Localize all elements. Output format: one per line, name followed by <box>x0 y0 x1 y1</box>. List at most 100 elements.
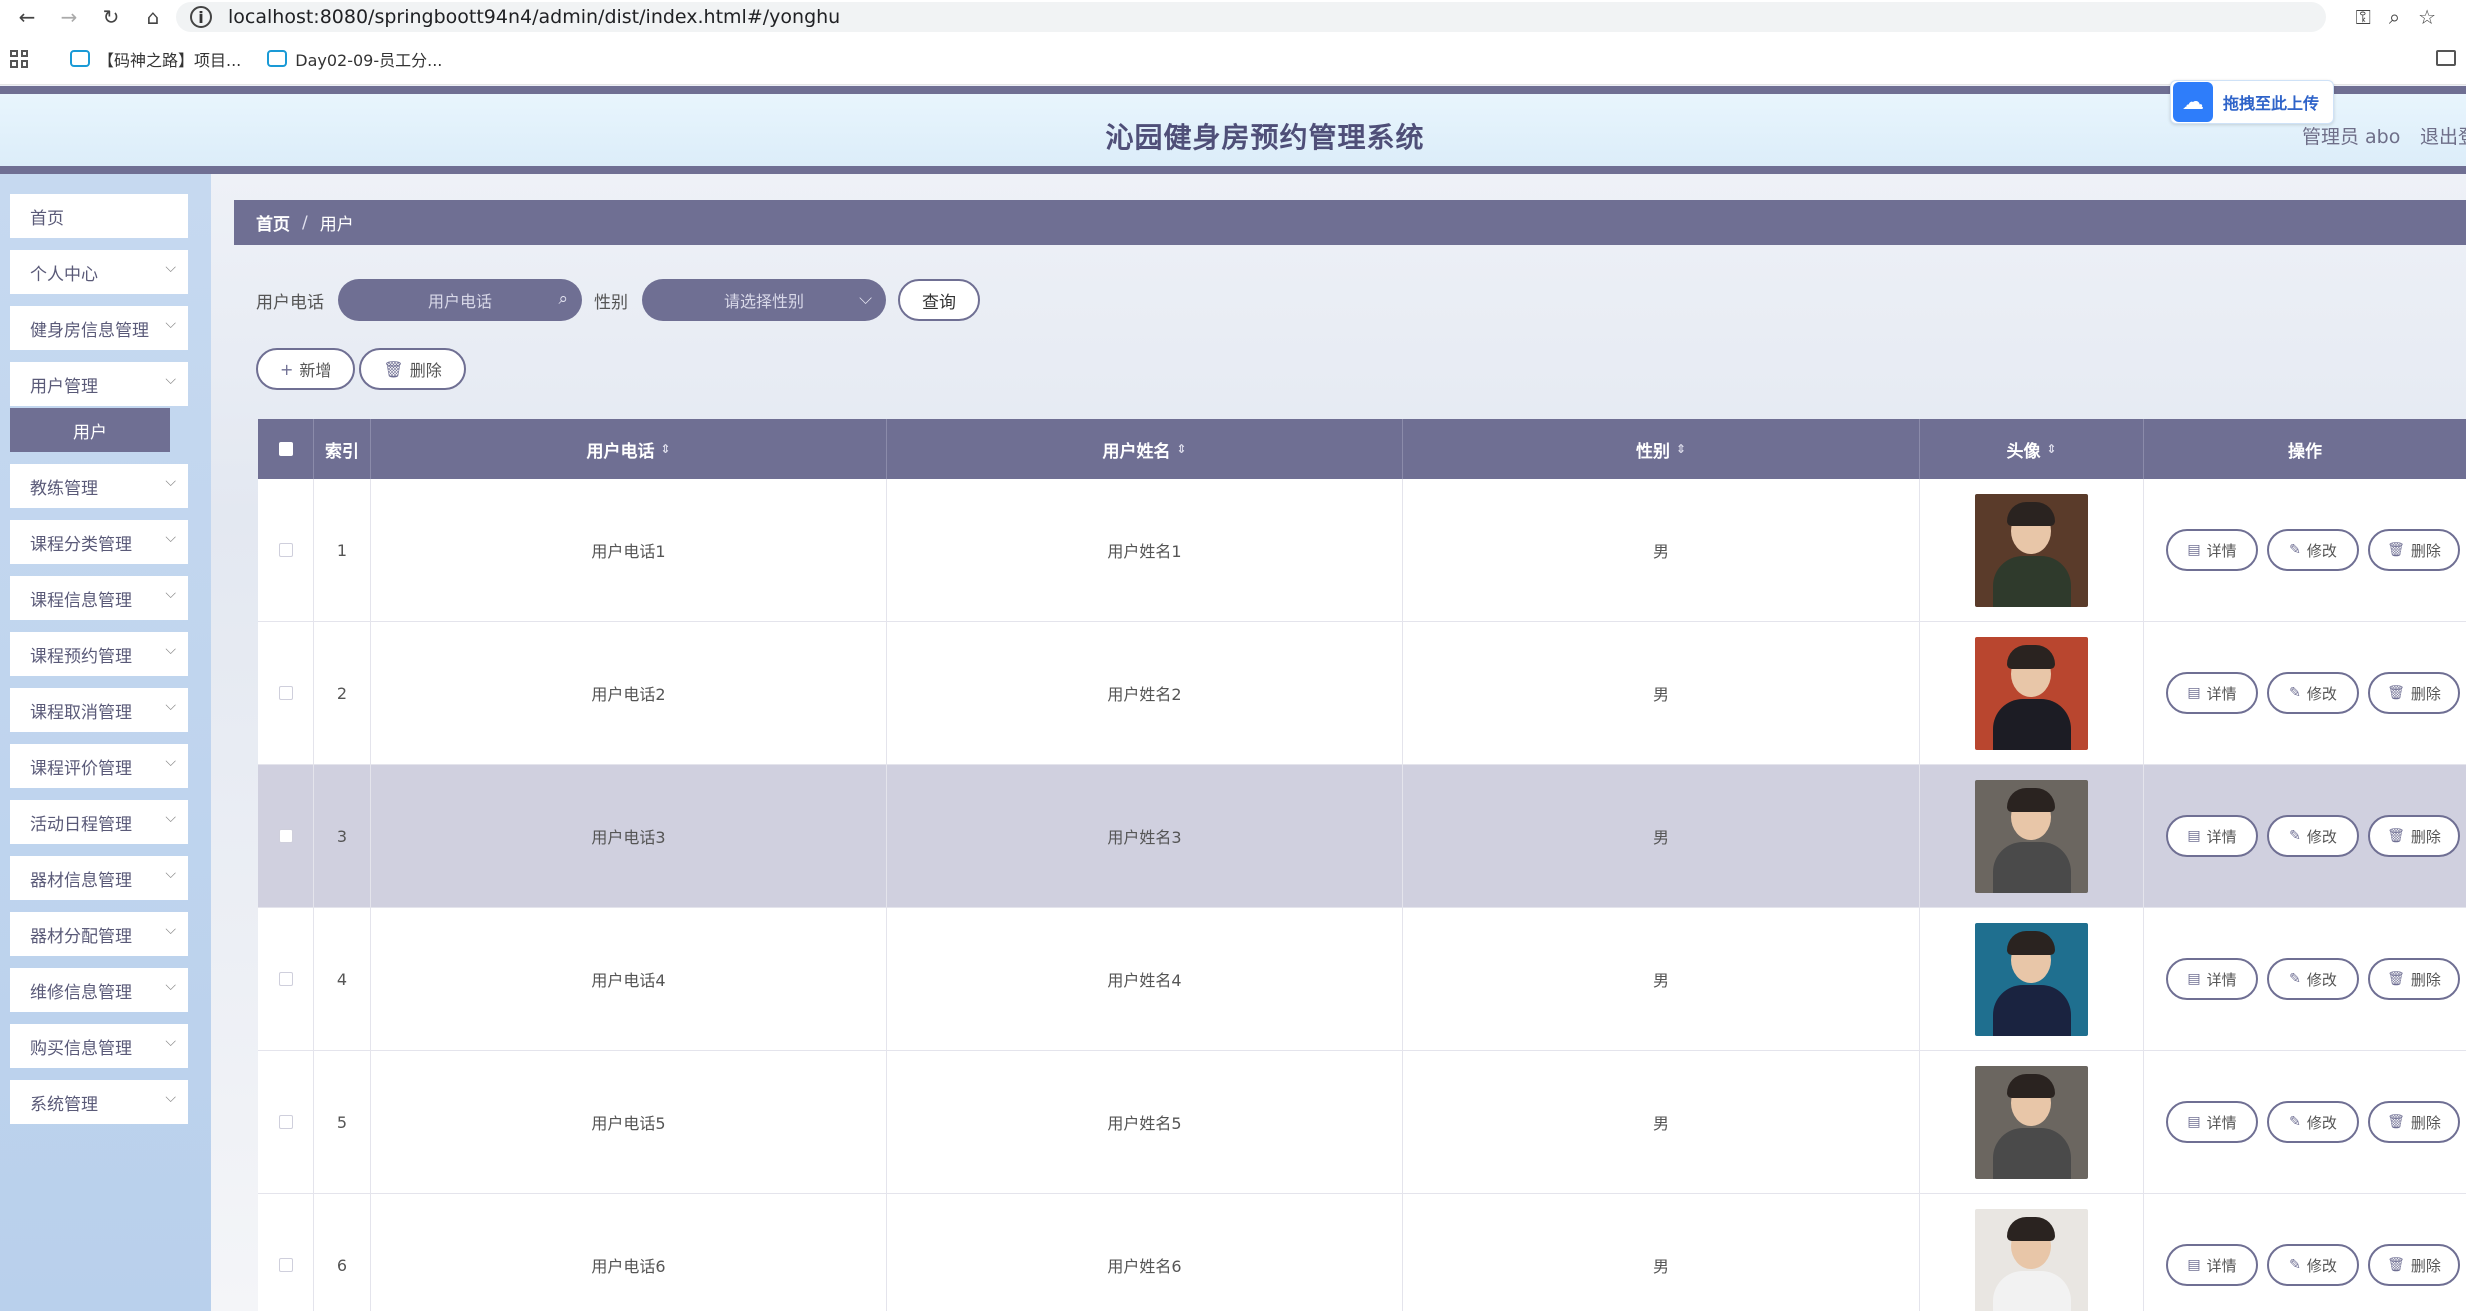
detail-button[interactable]: ▤ 详情 <box>2166 815 2258 857</box>
index-cell: 3 <box>314 765 371 907</box>
apps-grid-icon[interactable] <box>10 49 28 68</box>
row-select-cell <box>258 1051 314 1193</box>
forward-icon[interactable]: → <box>54 2 84 32</box>
edit-button[interactable]: ✎ 修改 <box>2267 958 2359 1000</box>
drag-upload-widget[interactable]: ☁ 拖拽至此上传 <box>2170 80 2334 124</box>
phone-cell: 用户电话1 <box>371 479 887 621</box>
detail-button[interactable]: ▤ 详情 <box>2166 1244 2258 1286</box>
index-cell: 1 <box>314 479 371 621</box>
logout-link[interactable]: 退出登 <box>2420 122 2466 149</box>
detail-button[interactable]: ▤ 详情 <box>2166 1101 2258 1143</box>
sort-icon[interactable]: ⇕ <box>660 442 670 456</box>
sidebar-item-course-review[interactable]: 课程评价管理 ⌵ <box>10 744 188 788</box>
column-header-avatar[interactable]: 头像 ⇕ <box>1920 419 2144 479</box>
column-header-phone[interactable]: 用户电话 ⇕ <box>371 419 887 479</box>
avatar[interactable] <box>1975 922 2088 1036</box>
avatar[interactable] <box>1975 779 2088 893</box>
delete-button[interactable]: 🗑 删除 <box>2368 958 2460 1000</box>
sidebar-item-repair-info[interactable]: 维修信息管理 ⌵ <box>10 968 188 1012</box>
home-icon[interactable]: ⌂ <box>138 2 168 32</box>
avatar[interactable] <box>1975 493 2088 607</box>
add-button[interactable]: + 新增 <box>256 348 356 390</box>
sidebar-item-personal-center[interactable]: 个人中心 ⌵ <box>10 250 188 294</box>
sidebar-item-coach[interactable]: 教练管理 ⌵ <box>10 464 188 508</box>
bookmark-star-icon[interactable]: ☆ <box>2418 5 2436 29</box>
table-row[interactable]: 3 用户电话3 用户姓名3 男 ▤ 详情 ✎ 修改 🗑 删除 <box>258 765 2466 908</box>
delete-label: 删除 <box>2410 684 2441 703</box>
column-header-name[interactable]: 用户姓名 ⇕ <box>887 419 1403 479</box>
sidebar-item-system[interactable]: 系统管理 ⌵ <box>10 1080 188 1124</box>
avatar-figure-hair <box>2007 501 2055 526</box>
delete-label: 删除 <box>2410 827 2441 846</box>
row-checkbox[interactable] <box>278 1115 293 1129</box>
reload-icon[interactable]: ↻ <box>96 2 126 32</box>
row-checkbox[interactable] <box>278 686 293 700</box>
site-info-icon[interactable]: i <box>190 6 212 28</box>
zoom-icon[interactable]: ⌕ <box>2389 5 2400 29</box>
main-content: 首页 / 用户 用户电话 用户电话 ⌕ 性别 请选择性别 ⌵ 查询 + 新增 🗑… <box>211 174 2466 1311</box>
sidebar-item-course-info[interactable]: 课程信息管理 ⌵ <box>10 576 188 620</box>
query-button[interactable]: 查询 <box>898 279 980 321</box>
avatar[interactable] <box>1975 636 2088 750</box>
detail-button[interactable]: ▤ 详情 <box>2166 672 2258 714</box>
avatar[interactable] <box>1975 1208 2088 1311</box>
row-checkbox[interactable] <box>278 972 293 986</box>
edit-button[interactable]: ✎ 修改 <box>2267 1101 2359 1143</box>
phone-value: 用户电话2 <box>591 685 666 704</box>
sidebar-item-purchase-info[interactable]: 购买信息管理 ⌵ <box>10 1024 188 1068</box>
row-checkbox[interactable] <box>278 543 293 557</box>
sort-icon[interactable]: ⇕ <box>1176 442 1186 456</box>
avatar[interactable] <box>1975 1065 2088 1179</box>
password-key-icon[interactable]: ⚿ <box>2356 5 2371 29</box>
sidebar-item-equipment-info[interactable]: 器材信息管理 ⌵ <box>10 856 188 900</box>
table-row[interactable]: 5 用户电话5 用户姓名5 男 ▤ 详情 ✎ 修改 🗑 删除 <box>258 1051 2466 1194</box>
sidebar-item-course-category[interactable]: 课程分类管理 ⌵ <box>10 520 188 564</box>
row-checkbox[interactable] <box>278 829 293 843</box>
back-icon[interactable]: ← <box>12 2 42 32</box>
delete-button[interactable]: 🗑 删除 <box>2368 1101 2460 1143</box>
select-all-checkbox[interactable] <box>278 442 293 456</box>
delete-button[interactable]: 🗑 删除 <box>2368 1244 2460 1286</box>
phone-search-input[interactable]: 用户电话 ⌕ <box>338 279 582 321</box>
sidebar-item-course-cancel[interactable]: 课程取消管理 ⌵ <box>10 688 188 732</box>
sidebar-item-course-booking[interactable]: 课程预约管理 ⌵ <box>10 632 188 676</box>
edit-button[interactable]: ✎ 修改 <box>2267 815 2359 857</box>
delete-button[interactable]: 🗑 删除 <box>2368 529 2460 571</box>
delete-button[interactable]: 🗑 删除 <box>2368 672 2460 714</box>
table-row[interactable]: 1 用户电话1 用户姓名1 男 ▤ 详情 ✎ 修改 🗑 删除 <box>258 479 2466 622</box>
table-row[interactable]: 6 用户电话6 用户姓名6 男 ▤ 详情 ✎ 修改 🗑 删除 <box>258 1194 2466 1311</box>
sidebar-item-equipment-allocation[interactable]: 器材分配管理 ⌵ <box>10 912 188 956</box>
delete-button[interactable]: 🗑 删除 <box>2368 815 2460 857</box>
table-row[interactable]: 4 用户电话4 用户姓名4 男 ▤ 详情 ✎ 修改 🗑 删除 <box>258 908 2466 1051</box>
table-row[interactable]: 2 用户电话2 用户姓名2 男 ▤ 详情 ✎ 修改 🗑 删除 <box>258 622 2466 765</box>
sidebar-item-user-management[interactable]: 用户管理 ⌵ <box>10 362 188 406</box>
edit-button[interactable]: ✎ 修改 <box>2267 529 2359 571</box>
sort-icon[interactable]: ⇕ <box>1676 442 1686 456</box>
batch-delete-button[interactable]: 🗑 删除 <box>359 348 466 390</box>
gender-cell: 男 <box>1403 479 1920 621</box>
sidebar-item-label: 教练管理 <box>30 478 98 499</box>
phone-value: 用户电话3 <box>591 828 666 847</box>
sidebar-item-home[interactable]: 首页 <box>10 194 188 238</box>
detail-label: 详情 <box>2206 970 2237 989</box>
bookmark-item[interactable]: 【码神之路】项目... <box>70 47 241 71</box>
column-header-gender[interactable]: 性别 ⇕ <box>1403 419 1920 479</box>
sort-icon[interactable]: ⇕ <box>2046 442 2056 456</box>
address-bar[interactable]: i localhost:8080/springboott94n4/admin/d… <box>176 2 2326 32</box>
gender-select[interactable]: 请选择性别 ⌵ <box>642 279 886 321</box>
breadcrumb-home[interactable]: 首页 <box>256 210 290 235</box>
edit-button[interactable]: ✎ 修改 <box>2267 672 2359 714</box>
row-checkbox[interactable] <box>278 1258 293 1272</box>
bookmarks-folder-icon[interactable] <box>2436 50 2456 66</box>
sidebar-subitem-user[interactable]: 用户 <box>10 408 170 452</box>
column-label: 头像 <box>2006 441 2041 462</box>
bookmark-item[interactable]: Day02-09-员工分... <box>267 47 442 71</box>
detail-button[interactable]: ▤ 详情 <box>2166 529 2258 571</box>
sidebar-item-activity-schedule[interactable]: 活动日程管理 ⌵ <box>10 800 188 844</box>
column-label: 操作 <box>2288 441 2322 462</box>
detail-button[interactable]: ▤ 详情 <box>2166 958 2258 1000</box>
edit-button[interactable]: ✎ 修改 <box>2267 1244 2359 1286</box>
sidebar-item-gym-info[interactable]: 健身房信息管理 ⌵ <box>10 306 188 350</box>
sidebar-item-label: 系统管理 <box>30 1094 98 1115</box>
avatar-figure-body <box>1993 841 2071 893</box>
